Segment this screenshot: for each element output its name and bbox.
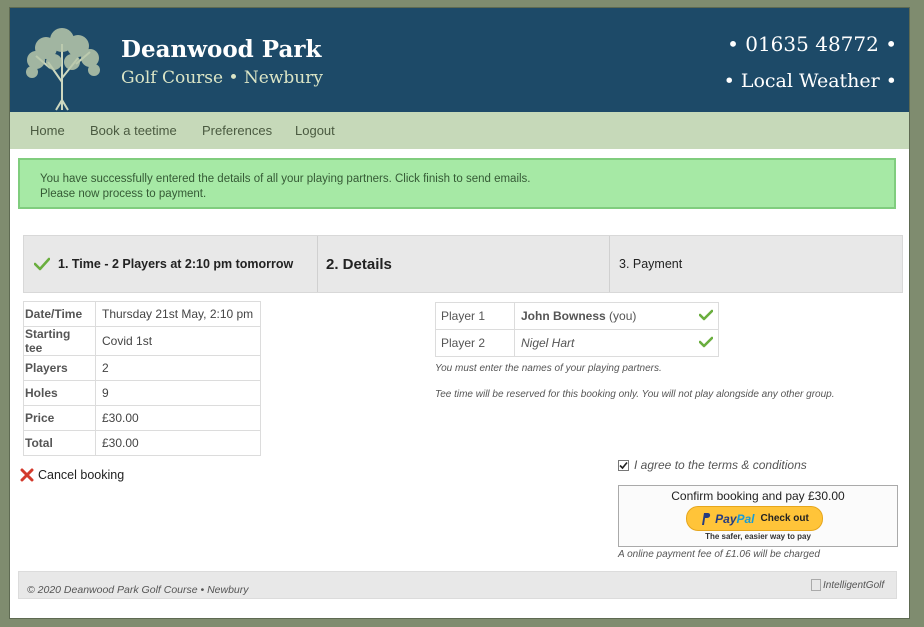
paypal-pay-text: Pay xyxy=(715,511,737,526)
main-nav: Home Book a teetime Preferences Logout xyxy=(10,112,909,149)
paypal-checkout-button[interactable]: Pay Pal Check out xyxy=(686,506,823,531)
paypal-checkout-text: Check out xyxy=(760,513,809,524)
table-row: Players 2 xyxy=(23,355,261,381)
table-row: Total £30.00 xyxy=(23,430,261,456)
row-value: Thursday 21st May, 2:10 pm xyxy=(95,301,261,327)
table-row: Date/Time Thursday 21st May, 2:10 pm xyxy=(23,301,261,327)
broken-image-icon xyxy=(811,579,821,591)
nav-home[interactable]: Home xyxy=(30,123,65,138)
row-label: Price xyxy=(23,405,96,431)
checkmark-icon xyxy=(619,461,628,469)
step-time[interactable]: 1. Time - 2 Players at 2:10 pm tomorrow xyxy=(24,236,318,292)
nav-preferences[interactable]: Preferences xyxy=(202,123,272,138)
tree-logo-icon xyxy=(26,28,100,111)
brand-alt-text: IntelligentGolf xyxy=(823,579,885,591)
cancel-booking-label: Cancel booking xyxy=(38,468,125,482)
terms-agreement[interactable]: I agree to the terms & conditions xyxy=(618,458,807,472)
club-subtitle: Golf Course • Newbury xyxy=(121,68,323,88)
row-value: £30.00 xyxy=(95,430,261,456)
alert-line-1: You have successfully entered the detail… xyxy=(40,173,531,185)
footer-copyright: © 2020 Deanwood Park Golf Course • Newbu… xyxy=(27,584,249,596)
alert-line-2: Please now process to payment. xyxy=(40,188,207,200)
row-value: Covid 1st xyxy=(95,326,261,356)
check-icon xyxy=(698,336,714,347)
row-value: 2 xyxy=(95,355,261,381)
site-footer: © 2020 Deanwood Park Golf Course • Newbu… xyxy=(18,571,897,599)
step-details-label: 2. Details xyxy=(326,255,392,273)
row-label: Players xyxy=(23,355,96,381)
step-payment: 3. Payment xyxy=(610,236,900,292)
payment-fee-note: A online payment fee of £1.06 will be ch… xyxy=(618,549,820,560)
terms-checkbox[interactable] xyxy=(618,459,629,471)
step-payment-label: 3. Payment xyxy=(619,257,683,271)
nav-logout[interactable]: Logout xyxy=(295,123,335,138)
player-label: Player 2 xyxy=(435,329,515,357)
terms-label[interactable]: I agree to the terms & conditions xyxy=(634,458,807,472)
check-icon xyxy=(698,309,714,320)
player-name: Nigel Hart xyxy=(521,336,575,350)
player-label: Player 1 xyxy=(435,302,515,330)
check-icon xyxy=(34,257,50,271)
intelligentgolf-logo[interactable]: IntelligentGolf xyxy=(811,574,896,596)
player-you-suffix: (you) xyxy=(605,309,637,323)
page-frame: Deanwood Park Golf Course • Newbury • 01… xyxy=(10,8,909,618)
row-label: Date/Time xyxy=(23,301,96,327)
paypal-pal-text: Pal xyxy=(736,511,755,526)
phone-link[interactable]: • 01635 48772 • xyxy=(727,32,897,56)
confirm-pay-title: Confirm booking and pay £30.00 xyxy=(671,489,845,503)
row-value: 9 xyxy=(95,380,261,406)
partners-note: You must enter the names of your playing… xyxy=(435,363,662,374)
row-label: Holes xyxy=(23,380,96,406)
nav-book-teetime[interactable]: Book a teetime xyxy=(90,123,177,138)
cancel-booking-link[interactable]: Cancel booking xyxy=(20,468,124,482)
paypal-tagline: The safer, easier way to pay xyxy=(705,532,811,541)
payment-box: Confirm booking and pay £30.00 Pay Pal Ch… xyxy=(618,485,898,547)
player-check-cell xyxy=(694,302,719,330)
player-name-cell: John Bowness (you) xyxy=(514,302,694,330)
row-label: Total xyxy=(23,430,96,456)
table-row: Player 1 John Bowness (you) xyxy=(435,302,719,330)
site-header: Deanwood Park Golf Course • Newbury • 01… xyxy=(10,8,909,112)
player-check-cell xyxy=(694,329,719,357)
booking-steps: 1. Time - 2 Players at 2:10 pm tomorrow … xyxy=(23,235,903,293)
close-icon xyxy=(20,468,34,482)
table-row: Starting tee Covid 1st xyxy=(23,326,261,356)
reservation-note: Tee time will be reserved for this booki… xyxy=(435,389,835,400)
paypal-icon xyxy=(702,512,711,525)
booking-summary-table: Date/Time Thursday 21st May, 2:10 pm Star… xyxy=(23,301,261,456)
player-name-cell: Nigel Hart xyxy=(514,329,694,357)
table-row: Player 2 Nigel Hart xyxy=(435,329,719,357)
table-row: Holes 9 xyxy=(23,380,261,406)
success-alert: You have successfully entered the detail… xyxy=(18,158,896,209)
local-weather-link[interactable]: • Local Weather • xyxy=(724,70,897,92)
step-details: 2. Details xyxy=(317,236,610,292)
club-title: Deanwood Park xyxy=(121,36,322,63)
step-time-label: 1. Time - 2 Players at 2:10 pm tomorrow xyxy=(58,257,294,271)
player-name: John Bowness xyxy=(521,309,606,323)
row-label: Starting tee xyxy=(23,326,96,356)
row-value: £30.00 xyxy=(95,405,261,431)
players-table: Player 1 John Bowness (you) Player 2 Nig… xyxy=(435,302,719,357)
table-row: Price £30.00 xyxy=(23,405,261,431)
